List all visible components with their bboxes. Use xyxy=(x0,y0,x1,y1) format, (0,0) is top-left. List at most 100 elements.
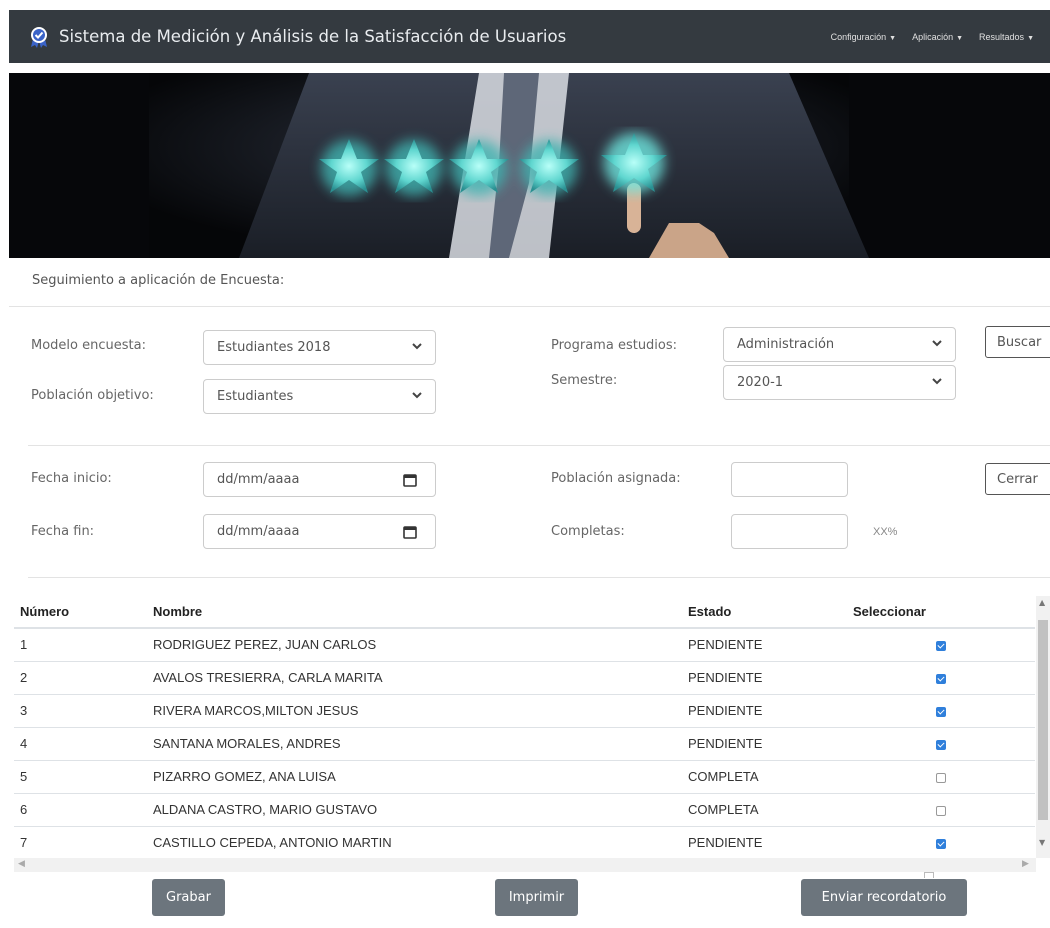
cell-seleccionar xyxy=(847,825,1035,859)
menu-aplicacion[interactable]: Aplicación ▼ xyxy=(912,32,963,42)
completas-label: Completas: xyxy=(551,524,625,539)
fecha-inicio-label: Fecha inicio: xyxy=(31,471,112,486)
menu-configuracion-label: Configuración xyxy=(830,31,887,42)
table-row: 3 RIVERA MARCOS,MILTON JESUS PENDIENTE xyxy=(14,693,1035,727)
select-checkbox[interactable] xyxy=(936,772,946,783)
grabar-button[interactable]: Grabar xyxy=(152,879,225,916)
cell-estado: PENDIENTE xyxy=(682,693,847,727)
chevron-down-icon xyxy=(932,378,942,385)
programa-estudios-select[interactable]: Administración xyxy=(723,327,956,362)
fecha-fin-label: Fecha fin: xyxy=(31,524,95,539)
completas-input[interactable] xyxy=(731,514,848,549)
scrollbar-thumb[interactable] xyxy=(1038,620,1048,820)
semestre-label: Semestre: xyxy=(551,373,618,388)
select-checkbox[interactable] xyxy=(936,805,946,816)
scroll-up-icon[interactable]: ▲ xyxy=(1039,598,1045,607)
cell-nombre: RIVERA MARCOS,MILTON JESUS xyxy=(147,693,682,727)
select-checkbox[interactable] xyxy=(936,739,946,750)
partial-checkbox xyxy=(924,872,934,878)
buscar-button[interactable]: Buscar xyxy=(985,326,1050,358)
table-row: 7 CASTILLO CEPEDA, ANTONIO MARTIN PENDIE… xyxy=(14,825,1035,859)
cell-numero: 4 xyxy=(14,726,147,760)
cell-seleccionar xyxy=(847,726,1035,760)
cell-seleccionar xyxy=(847,693,1035,727)
table-vertical-scrollbar[interactable]: ▲ ▼ xyxy=(1036,596,1050,858)
participants-table: Número Nombre Estado Seleccionar 1 RODRI… xyxy=(14,596,1035,859)
cell-estado: PENDIENTE xyxy=(682,726,847,760)
modelo-encuesta-select[interactable]: Estudiantes 2018 xyxy=(203,330,436,365)
select-checkbox[interactable] xyxy=(936,838,946,849)
hero-banner xyxy=(9,73,1050,258)
menu-resultados[interactable]: Resultados ▼ xyxy=(979,32,1034,42)
menu-configuracion[interactable]: Configuración ▼ xyxy=(831,32,896,42)
chevron-down-icon xyxy=(412,343,422,350)
table-row: 1 RODRIGUEZ PEREZ, JUAN CARLOS PENDIENTE xyxy=(14,627,1035,661)
fecha-inicio-placeholder: dd/mm/aaaa xyxy=(217,472,300,487)
cell-numero: 6 xyxy=(14,792,147,826)
select-checkbox[interactable] xyxy=(936,673,946,684)
cell-seleccionar xyxy=(847,660,1035,694)
enviar-recordatorio-button[interactable]: Enviar recordatorio xyxy=(801,879,967,916)
header-nombre[interactable]: Nombre xyxy=(147,596,682,629)
cell-nombre: CASTILLO CEPEDA, ANTONIO MARTIN xyxy=(147,825,682,859)
fecha-fin-placeholder: dd/mm/aaaa xyxy=(217,524,300,539)
menu-aplicacion-label: Aplicación xyxy=(912,31,954,42)
chevron-down-icon xyxy=(932,340,942,347)
cell-numero: 2 xyxy=(14,660,147,694)
poblacion-objetivo-value: Estudiantes xyxy=(217,389,294,404)
cell-estado: COMPLETA xyxy=(682,759,847,793)
imprimir-button[interactable]: Imprimir xyxy=(495,879,578,916)
cell-numero: 5 xyxy=(14,759,147,793)
fecha-fin-input[interactable]: dd/mm/aaaa xyxy=(203,514,436,549)
cell-numero: 7 xyxy=(14,825,147,859)
table-row: 2 AVALOS TRESIERRA, CARLA MARITA PENDIEN… xyxy=(14,660,1035,694)
scroll-right-icon[interactable]: ▶ xyxy=(1022,859,1029,869)
cell-estado: PENDIENTE xyxy=(682,627,847,661)
section-divider xyxy=(9,306,1050,307)
cell-estado: PENDIENTE xyxy=(682,825,847,859)
calendar-icon[interactable] xyxy=(403,525,417,539)
caret-down-icon: ▼ xyxy=(1027,34,1034,42)
poblacion-objetivo-select[interactable]: Estudiantes xyxy=(203,379,436,414)
modelo-encuesta-value: Estudiantes 2018 xyxy=(217,340,331,355)
table-row: 4 SANTANA MORALES, ANDRES PENDIENTE xyxy=(14,726,1035,760)
badge-check-icon xyxy=(29,26,49,48)
poblacion-asignada-input[interactable] xyxy=(731,462,848,497)
cerrar-button[interactable]: Cerrar xyxy=(985,463,1050,495)
hero-stars-image xyxy=(9,73,1050,258)
cell-nombre: PIZARRO GOMEZ, ANA LUISA xyxy=(147,759,682,793)
table-row: 5 PIZARRO GOMEZ, ANA LUISA COMPLETA xyxy=(14,759,1035,793)
semestre-select[interactable]: 2020-1 xyxy=(723,365,956,400)
semestre-value: 2020-1 xyxy=(737,375,784,390)
caret-down-icon: ▼ xyxy=(956,34,964,42)
cell-nombre: ALDANA CASTRO, MARIO GUSTAVO xyxy=(147,792,682,826)
cell-seleccionar xyxy=(847,792,1035,826)
completas-percent: XX% xyxy=(873,526,898,538)
top-navbar: Sistema de Medición y Análisis de la Sat… xyxy=(9,10,1050,63)
filters-divider xyxy=(28,445,1050,446)
select-checkbox[interactable] xyxy=(936,640,946,651)
poblacion-asignada-label: Población asignada: xyxy=(551,471,681,486)
scroll-down-icon[interactable]: ▼ xyxy=(1039,838,1045,847)
details-divider xyxy=(28,577,1050,578)
programa-estudios-value: Administración xyxy=(737,337,835,352)
calendar-icon[interactable] xyxy=(403,473,417,487)
programa-estudios-label: Programa estudios: xyxy=(551,338,678,353)
table-horizontal-scrollbar[interactable]: ◀ ▶ xyxy=(14,858,1036,872)
cell-numero: 3 xyxy=(14,693,147,727)
modelo-encuesta-label: Modelo encuesta: xyxy=(31,338,146,353)
header-seleccionar[interactable]: Seleccionar xyxy=(847,596,1035,629)
fecha-inicio-input[interactable]: dd/mm/aaaa xyxy=(203,462,436,497)
cell-estado: COMPLETA xyxy=(682,792,847,826)
cell-seleccionar xyxy=(847,759,1035,793)
participants-table-container[interactable]: Número Nombre Estado Seleccionar 1 RODRI… xyxy=(14,596,1050,861)
header-numero[interactable]: Número xyxy=(14,596,147,629)
scroll-left-icon[interactable]: ◀ xyxy=(18,859,25,869)
cell-nombre: AVALOS TRESIERRA, CARLA MARITA xyxy=(147,660,682,694)
header-estado[interactable]: Estado xyxy=(682,596,847,629)
app-title: Sistema de Medición y Análisis de la Sat… xyxy=(59,27,567,46)
main-menu: Configuración ▼ Aplicación ▼ Resultados ▼ xyxy=(831,10,1050,63)
section-title: Seguimiento a aplicación de Encuesta: xyxy=(32,273,285,288)
cell-nombre: RODRIGUEZ PEREZ, JUAN CARLOS xyxy=(147,627,682,661)
select-checkbox[interactable] xyxy=(936,706,946,717)
